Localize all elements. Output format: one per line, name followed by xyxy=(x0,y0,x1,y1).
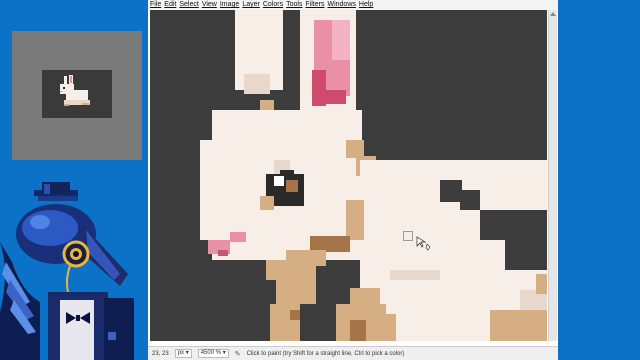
vertical-scrollbar[interactable] xyxy=(548,10,557,341)
paintbrush-icon xyxy=(416,236,431,251)
menu-select[interactable]: Select xyxy=(179,0,198,10)
menu-view[interactable]: View xyxy=(202,0,217,10)
status-hint: Click to paint (try Shift for a straight… xyxy=(246,350,405,357)
mascot-plague-doctor-bird xyxy=(0,182,134,360)
zoom-value: 4500 % xyxy=(200,350,222,356)
rabbit-thumbnail-image xyxy=(42,70,112,118)
thumbnail-preview xyxy=(42,70,112,118)
menu-bar: File Edit Select View Image Layer Colors… xyxy=(148,0,558,10)
menu-edit[interactable]: Edit xyxy=(164,0,176,10)
pointer-coordinates: 23, 23 xyxy=(152,350,169,357)
menu-help[interactable]: Help xyxy=(359,0,373,10)
navigation-thumbnail-panel[interactable] xyxy=(12,31,142,160)
status-bar: 23, 23 px ▾ 4500 % ▾ ✎ Click to paint (t… xyxy=(148,346,558,360)
image-canvas[interactable] xyxy=(150,10,547,341)
chevron-down-icon: ▾ xyxy=(185,350,189,356)
menu-tools[interactable]: Tools xyxy=(286,0,302,10)
chevron-down-icon: ▾ xyxy=(222,350,226,356)
scroll-up-arrow-icon[interactable] xyxy=(550,12,556,16)
paintbrush-icon: ✎ xyxy=(234,349,241,358)
image-editor-window: File Edit Select View Image Layer Colors… xyxy=(148,0,558,360)
menu-windows[interactable]: Windows xyxy=(327,0,355,10)
unit-selector[interactable]: px ▾ xyxy=(174,349,192,358)
menu-colors[interactable]: Colors xyxy=(263,0,283,10)
menu-image[interactable]: Image xyxy=(220,0,239,10)
unit-value: px xyxy=(177,350,185,356)
menu-filters[interactable]: Filters xyxy=(305,0,324,10)
rabbit-pixel-art xyxy=(150,10,547,341)
desktop-right-area xyxy=(558,0,640,360)
menu-layer[interactable]: Layer xyxy=(242,0,260,10)
brush-outline-cursor xyxy=(403,231,413,241)
zoom-selector[interactable]: 4500 % ▾ xyxy=(197,349,229,358)
menu-file[interactable]: File xyxy=(150,0,161,10)
